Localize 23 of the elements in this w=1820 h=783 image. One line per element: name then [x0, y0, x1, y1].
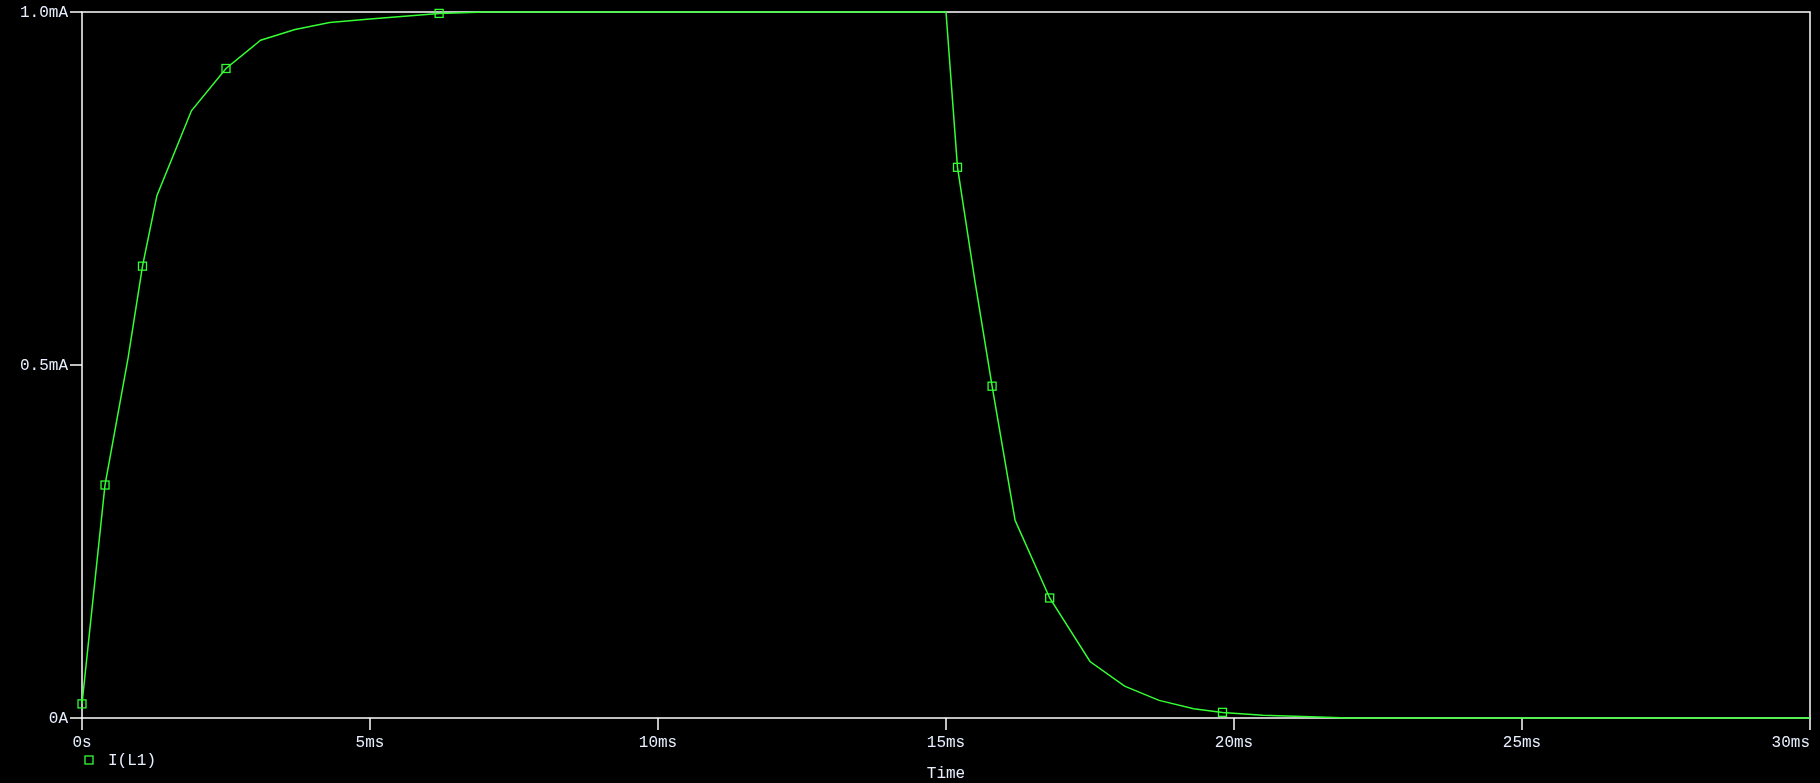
x-tick-label: 15ms — [926, 734, 966, 752]
data-marker — [1217, 707, 1228, 717]
x-tick-label: 0s — [72, 734, 92, 752]
y-tick-label: 0A — [48, 710, 68, 728]
data-marker — [987, 381, 997, 391]
data-marker — [100, 480, 110, 490]
x-tick-label: 25ms — [1502, 734, 1542, 752]
x-tick-label: 30ms — [1771, 734, 1810, 752]
legend-marker-icon — [84, 755, 94, 765]
y-tick-label: 1.0mA — [20, 4, 68, 22]
y-tick-label: 0.5mA — [20, 357, 68, 375]
data-marker — [221, 63, 231, 74]
x-tick-label: 20ms — [1214, 734, 1254, 752]
x-axis-label: Time — [926, 765, 966, 783]
data-marker — [952, 162, 963, 172]
x-tick-label: 10ms — [638, 734, 678, 752]
x-tick — [1521, 717, 1523, 731]
data-marker — [1045, 593, 1055, 603]
x-tick-label: 5ms — [355, 734, 385, 752]
data-marker — [137, 261, 148, 271]
legend-label: I(L1) — [108, 752, 156, 770]
data-marker — [77, 699, 87, 709]
data-marker — [434, 8, 444, 19]
